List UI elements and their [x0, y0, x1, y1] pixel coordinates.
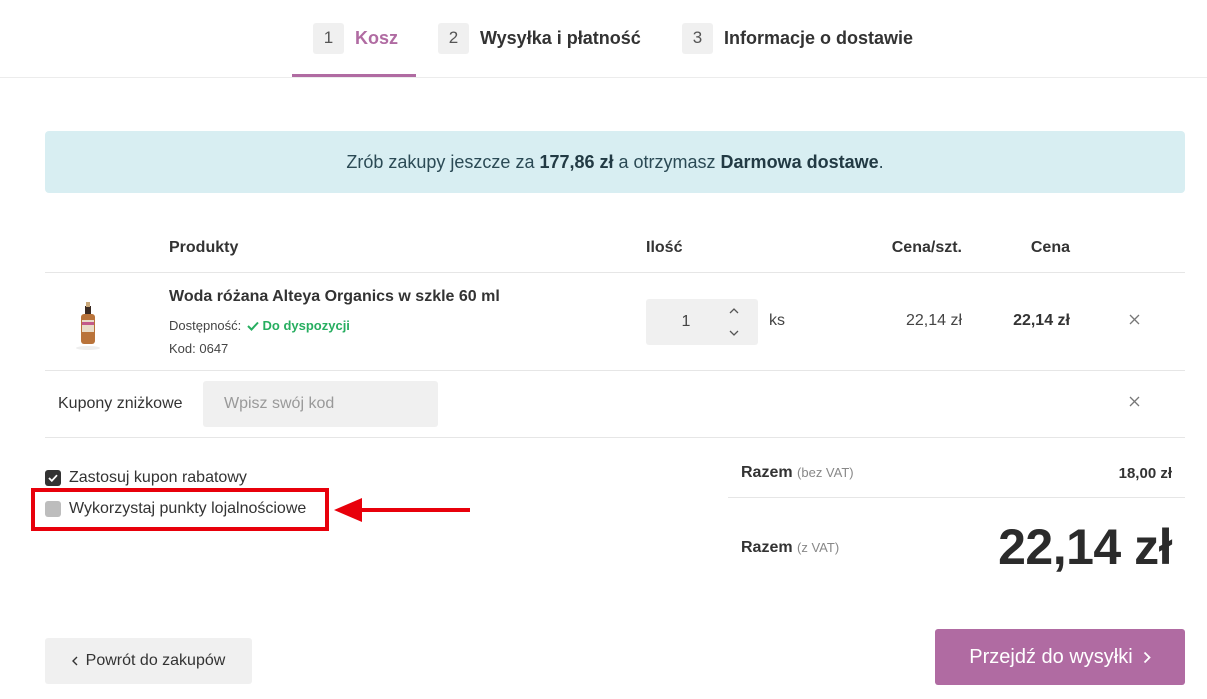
divider: [45, 370, 1185, 371]
quantity-stepper[interactable]: 1: [646, 299, 758, 345]
availability-label: Dostępność:: [169, 318, 242, 333]
product-availability: Dostępność: Do dyspozycji: [169, 318, 350, 333]
annotation-highlight-box: [31, 488, 329, 531]
remove-coupon-button[interactable]: [1125, 392, 1143, 410]
check-icon: [48, 474, 58, 482]
header-price: Cena: [1030, 239, 1070, 256]
divider: [45, 437, 1185, 438]
apply-coupon-checkbox[interactable]: [45, 470, 61, 486]
step-number: 1: [313, 22, 344, 54]
banner-reward: Darmowa dostawe: [720, 151, 879, 172]
step-label: Kosz: [355, 27, 399, 48]
step-number: 3: [682, 22, 713, 54]
step-delivery-info[interactable]: 3 Informacje o dostawie: [682, 22, 913, 54]
banner-prefix: Zrób zakupy jeszcze za: [346, 151, 540, 172]
header-products: Produkty: [169, 239, 239, 256]
divider: [45, 272, 1185, 273]
banner-amount: 177,86 zł: [539, 151, 614, 172]
check-icon: [247, 321, 259, 331]
unit-price: 22,14 zł: [905, 312, 962, 329]
gross-total-value: 22,14 zł: [998, 519, 1172, 575]
net-total-label-text: Razem: [741, 464, 793, 481]
product-name[interactable]: Woda różana Alteya Organics w szkle 60 m…: [169, 288, 500, 306]
apply-coupon-option[interactable]: Zastosuj kupon rabatowy: [45, 469, 247, 487]
close-icon: [1129, 396, 1139, 406]
availability-status: Do dyspozycji: [245, 318, 350, 333]
next-button-label: Przejdź do wysyłki: [969, 645, 1133, 668]
free-shipping-banner: Zrób zakupy jeszcze za 177,86 zł a otrzy…: [45, 131, 1185, 193]
apply-coupon-label[interactable]: Zastosuj kupon rabatowy: [69, 469, 247, 487]
net-total-sublabel: (bez VAT): [797, 465, 854, 480]
checkout-steps: 1 Kosz 2 Wysyłka i płatność 3 Informacje…: [0, 0, 1207, 78]
chevron-left-icon: [71, 656, 78, 666]
step-number: 2: [438, 22, 469, 54]
step-label: Informacje o dostawie: [724, 27, 914, 48]
product-image[interactable]: [66, 292, 110, 356]
annotation-arrow-icon: [334, 498, 470, 522]
back-to-shopping-button[interactable]: Powrót do zakupów: [45, 638, 252, 684]
gross-total-label: Razem (z VAT): [741, 539, 839, 557]
product-code: Kod: 0647: [169, 341, 229, 356]
availability-value: Do dyspozycji: [262, 318, 350, 333]
back-button-label: Powrót do zakupów: [85, 652, 226, 669]
close-icon: [1129, 314, 1139, 324]
quantity-increase-button[interactable]: [724, 302, 744, 320]
header-quantity: Ilość: [646, 239, 683, 256]
banner-middle: a otrzymasz: [613, 151, 721, 172]
summary-divider: [728, 497, 1185, 498]
coupon-code-input[interactable]: [203, 381, 438, 427]
proceed-to-shipping-button[interactable]: Przejdź do wysyłki: [935, 629, 1185, 685]
chevron-right-icon: [1143, 651, 1151, 664]
active-step-underline: [292, 74, 416, 77]
step-cart[interactable]: 1 Kosz: [313, 22, 398, 54]
net-total-value: 18,00 zł: [1118, 465, 1172, 482]
quantity-value[interactable]: 1: [646, 299, 726, 345]
chevron-down-icon: [729, 330, 739, 336]
banner-suffix: .: [878, 151, 884, 172]
step-label: Wysyłka i płatność: [480, 27, 641, 48]
quantity-unit: ks: [769, 312, 785, 329]
step-shipping-payment[interactable]: 2 Wysyłka i płatność: [438, 22, 641, 54]
remove-product-button[interactable]: [1125, 310, 1143, 328]
quantity-decrease-button[interactable]: [724, 324, 744, 342]
bottle-icon: [76, 302, 100, 350]
net-total-label: Razem (bez VAT): [741, 464, 854, 482]
line-total-price: 22,14 zł: [1013, 312, 1070, 329]
header-unit-price: Cena/szt.: [891, 239, 962, 256]
gross-total-label-text: Razem: [741, 539, 793, 556]
gross-total-sublabel: (z VAT): [797, 540, 840, 555]
coupon-label: Kupony zniżkowe: [58, 395, 183, 412]
chevron-up-icon: [729, 308, 739, 314]
